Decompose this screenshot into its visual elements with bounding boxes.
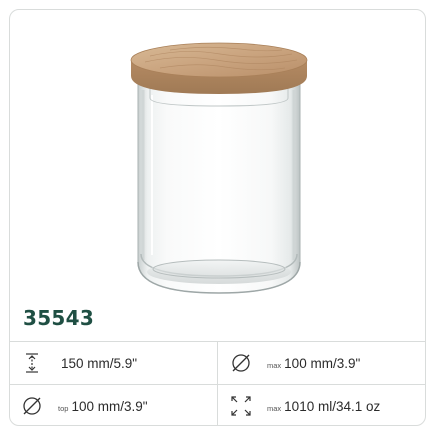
height-icon [20,351,44,375]
product-card: 35543 150 mm/5.9" max 100 mm/3.9" top 10… [9,9,426,426]
spec-max-diameter-prefix: max [267,360,282,370]
spec-table: 150 mm/5.9" max 100 mm/3.9" top 100 mm/3… [10,341,425,425]
spec-max-diameter-value: max 100 mm/3.9" [267,356,360,371]
spec-height: 150 mm/5.9" [20,342,137,384]
diameter-icon [20,394,44,418]
spec-volume-prefix: max [267,403,282,413]
diameter-icon [229,351,253,375]
spec-top-diameter: top 100 mm/3.9" [20,385,148,425]
product-sku: 35543 [23,306,95,330]
spec-max-diameter-text: 100 mm/3.9" [284,355,361,371]
glass-jar-illustration [130,42,308,294]
spec-height-text: 150 mm/5.9" [61,355,138,371]
spec-volume-text: 1010 ml/34.1 oz [284,398,381,414]
spec-volume: max 1010 ml/34.1 oz [229,385,380,425]
volume-icon [229,394,253,418]
spec-max-diameter: max 100 mm/3.9" [229,342,360,384]
product-image [10,10,425,300]
spec-volume-value: max 1010 ml/34.1 oz [267,399,380,414]
spec-height-value: 150 mm/5.9" [58,356,137,371]
spec-top-diameter-prefix: top [58,403,69,413]
spec-top-diameter-text: 100 mm/3.9" [71,398,148,414]
spec-top-diameter-value: top 100 mm/3.9" [58,399,148,414]
